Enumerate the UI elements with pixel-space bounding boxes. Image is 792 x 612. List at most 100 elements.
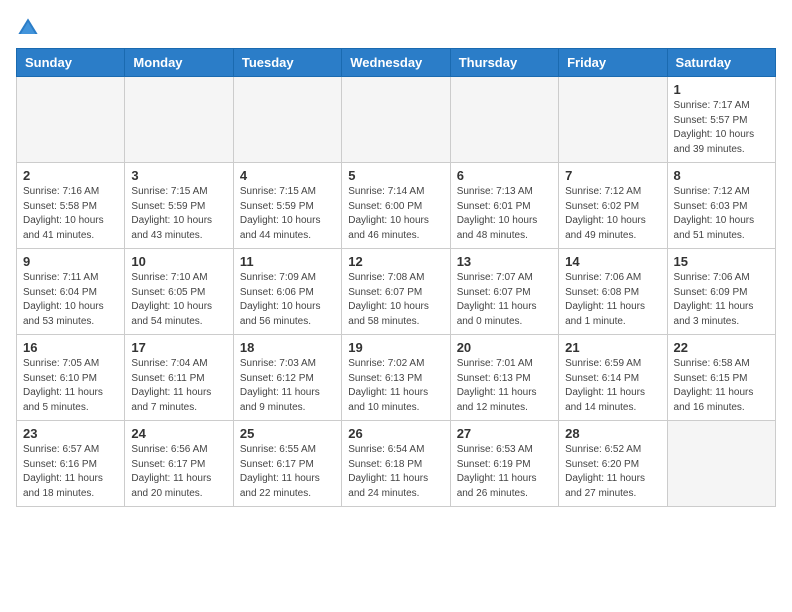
day-number: 22 <box>674 340 769 355</box>
day-number: 5 <box>348 168 443 183</box>
calendar-cell: 9 Sunrise: 7:11 AM Sunset: 6:04 PM Daylig… <box>17 249 125 335</box>
day-number: 16 <box>23 340 118 355</box>
calendar-cell: 27Sunrise: 6:53 AM Sunset: 6:19 PM Dayli… <box>450 421 558 507</box>
day-info: Sunrise: 6:52 AM Sunset: 6:20 PM Dayligh… <box>565 443 660 501</box>
calendar-cell: 28 Sunrise: 6:52 AM Sunset: 6:20 PM Dayli… <box>559 421 667 507</box>
day-info: Sunrise: 7:04 AM Sunset: 6:11 PM Dayligh… <box>131 357 226 415</box>
weekday-header-saturday: Saturday <box>667 49 775 77</box>
day-number: 2 <box>23 168 118 183</box>
day-number: 4 <box>240 168 335 183</box>
calendar-cell: 21 Sunrise: 6:59 AM Sunset: 6:14 PM Dayli… <box>559 335 667 421</box>
calendar-week-5: 23 Sunrise: 6:57 AM Sunset: 6:16 PM Dayli… <box>17 421 776 507</box>
day-number: 21 <box>565 340 660 355</box>
day-info: Sunrise: 7:12 AM Sunset: 6:02 PM Dayligh… <box>565 185 660 243</box>
day-number: 7 <box>565 168 660 183</box>
weekday-header-tuesday: Tuesday <box>233 49 341 77</box>
day-info: Sunrise: 7:11 AM Sunset: 6:04 PM Dayligh… <box>23 271 118 329</box>
calendar-cell: 20 Sunrise: 7:01 AM Sunset: 6:13 PM Dayli… <box>450 335 558 421</box>
day-info: Sunrise: 7:06 AM Sunset: 6:08 PM Dayligh… <box>565 271 660 329</box>
day-number: 17 <box>131 340 226 355</box>
day-info: Sunrise: 6:55 AM Sunset: 6:17 PM Dayligh… <box>240 443 335 501</box>
day-number: 15 <box>674 254 769 269</box>
calendar-cell: 19 Sunrise: 7:02 AM Sunset: 6:13 PM Dayli… <box>342 335 450 421</box>
calendar-cell: 7 Sunrise: 7:12 AM Sunset: 6:02 PM Daylig… <box>559 163 667 249</box>
calendar-cell: 11Sunrise: 7:09 AM Sunset: 6:06 PM Dayli… <box>233 249 341 335</box>
calendar-cell: 15 Sunrise: 7:06 AM Sunset: 6:09 PM Dayli… <box>667 249 775 335</box>
logo-icon <box>16 16 40 40</box>
calendar-cell <box>17 77 125 163</box>
day-number: 19 <box>348 340 443 355</box>
day-number: 8 <box>674 168 769 183</box>
calendar-cell: 14 Sunrise: 7:06 AM Sunset: 6:08 PM Dayli… <box>559 249 667 335</box>
calendar-cell: 16Sunrise: 7:05 AM Sunset: 6:10 PM Dayli… <box>17 335 125 421</box>
day-info: Sunrise: 7:07 AM Sunset: 6:07 PM Dayligh… <box>457 271 552 329</box>
day-info: Sunrise: 7:08 AM Sunset: 6:07 PM Dayligh… <box>348 271 443 329</box>
calendar-cell: 10 Sunrise: 7:10 AM Sunset: 6:05 PM Dayli… <box>125 249 233 335</box>
day-number: 3 <box>131 168 226 183</box>
day-info: Sunrise: 7:15 AM Sunset: 5:59 PM Dayligh… <box>131 185 226 243</box>
day-info: Sunrise: 7:15 AM Sunset: 5:59 PM Dayligh… <box>240 185 335 243</box>
weekday-header-sunday: Sunday <box>17 49 125 77</box>
day-info: Sunrise: 7:12 AM Sunset: 6:03 PM Dayligh… <box>674 185 769 243</box>
calendar-cell: 12Sunrise: 7:08 AM Sunset: 6:07 PM Dayli… <box>342 249 450 335</box>
calendar-cell: 5 Sunrise: 7:14 AM Sunset: 6:00 PM Daylig… <box>342 163 450 249</box>
day-number: 6 <box>457 168 552 183</box>
page-header <box>16 16 776 40</box>
day-number: 14 <box>565 254 660 269</box>
calendar-table: SundayMondayTuesdayWednesdayThursdayFrid… <box>16 48 776 507</box>
calendar-cell: 3 Sunrise: 7:15 AM Sunset: 5:59 PM Daylig… <box>125 163 233 249</box>
day-number: 24 <box>131 426 226 441</box>
calendar-week-2: 2 Sunrise: 7:16 AM Sunset: 5:58 PM Daylig… <box>17 163 776 249</box>
day-info: Sunrise: 7:14 AM Sunset: 6:00 PM Dayligh… <box>348 185 443 243</box>
calendar-cell: 1 Sunrise: 7:17 AM Sunset: 5:57 PM Daylig… <box>667 77 775 163</box>
day-info: Sunrise: 7:17 AM Sunset: 5:57 PM Dayligh… <box>674 99 769 157</box>
weekday-header-friday: Friday <box>559 49 667 77</box>
calendar-cell <box>233 77 341 163</box>
calendar-cell: 23 Sunrise: 6:57 AM Sunset: 6:16 PM Dayli… <box>17 421 125 507</box>
day-info: Sunrise: 7:06 AM Sunset: 6:09 PM Dayligh… <box>674 271 769 329</box>
day-number: 27 <box>457 426 552 441</box>
day-info: Sunrise: 7:16 AM Sunset: 5:58 PM Dayligh… <box>23 185 118 243</box>
calendar-cell: 2 Sunrise: 7:16 AM Sunset: 5:58 PM Daylig… <box>17 163 125 249</box>
calendar-cell: 6Sunrise: 7:13 AM Sunset: 6:01 PM Daylig… <box>450 163 558 249</box>
day-number: 20 <box>457 340 552 355</box>
calendar-header-row: SundayMondayTuesdayWednesdayThursdayFrid… <box>17 49 776 77</box>
weekday-header-thursday: Thursday <box>450 49 558 77</box>
day-number: 18 <box>240 340 335 355</box>
day-info: Sunrise: 7:01 AM Sunset: 6:13 PM Dayligh… <box>457 357 552 415</box>
day-number: 13 <box>457 254 552 269</box>
calendar-week-1: 1 Sunrise: 7:17 AM Sunset: 5:57 PM Daylig… <box>17 77 776 163</box>
calendar-cell: 8 Sunrise: 7:12 AM Sunset: 6:03 PM Daylig… <box>667 163 775 249</box>
calendar-cell <box>667 421 775 507</box>
day-number: 26 <box>348 426 443 441</box>
calendar-cell: 17 Sunrise: 7:04 AM Sunset: 6:11 PM Dayli… <box>125 335 233 421</box>
calendar-cell: 26 Sunrise: 6:54 AM Sunset: 6:18 PM Dayli… <box>342 421 450 507</box>
calendar-cell: 24 Sunrise: 6:56 AM Sunset: 6:17 PM Dayli… <box>125 421 233 507</box>
calendar-cell <box>342 77 450 163</box>
day-info: Sunrise: 7:10 AM Sunset: 6:05 PM Dayligh… <box>131 271 226 329</box>
calendar-cell <box>450 77 558 163</box>
calendar-cell <box>559 77 667 163</box>
calendar-cell: 13 Sunrise: 7:07 AM Sunset: 6:07 PM Dayli… <box>450 249 558 335</box>
day-info: Sunrise: 7:09 AM Sunset: 6:06 PM Dayligh… <box>240 271 335 329</box>
day-number: 23 <box>23 426 118 441</box>
calendar-cell <box>125 77 233 163</box>
calendar-cell: 22 Sunrise: 6:58 AM Sunset: 6:15 PM Dayli… <box>667 335 775 421</box>
day-info: Sunrise: 6:58 AM Sunset: 6:15 PM Dayligh… <box>674 357 769 415</box>
day-info: Sunrise: 7:02 AM Sunset: 6:13 PM Dayligh… <box>348 357 443 415</box>
weekday-header-monday: Monday <box>125 49 233 77</box>
day-number: 10 <box>131 254 226 269</box>
day-number: 1 <box>674 82 769 97</box>
day-info: Sunrise: 6:54 AM Sunset: 6:18 PM Dayligh… <box>348 443 443 501</box>
day-info: Sunrise: 6:59 AM Sunset: 6:14 PM Dayligh… <box>565 357 660 415</box>
calendar-cell: 25 Sunrise: 6:55 AM Sunset: 6:17 PM Dayli… <box>233 421 341 507</box>
weekday-header-wednesday: Wednesday <box>342 49 450 77</box>
calendar-week-4: 16Sunrise: 7:05 AM Sunset: 6:10 PM Dayli… <box>17 335 776 421</box>
day-number: 9 <box>23 254 118 269</box>
day-number: 28 <box>565 426 660 441</box>
calendar-week-3: 9 Sunrise: 7:11 AM Sunset: 6:04 PM Daylig… <box>17 249 776 335</box>
calendar-cell: 4 Sunrise: 7:15 AM Sunset: 5:59 PM Daylig… <box>233 163 341 249</box>
day-number: 25 <box>240 426 335 441</box>
day-info: Sunrise: 6:57 AM Sunset: 6:16 PM Dayligh… <box>23 443 118 501</box>
day-info: Sunrise: 6:56 AM Sunset: 6:17 PM Dayligh… <box>131 443 226 501</box>
